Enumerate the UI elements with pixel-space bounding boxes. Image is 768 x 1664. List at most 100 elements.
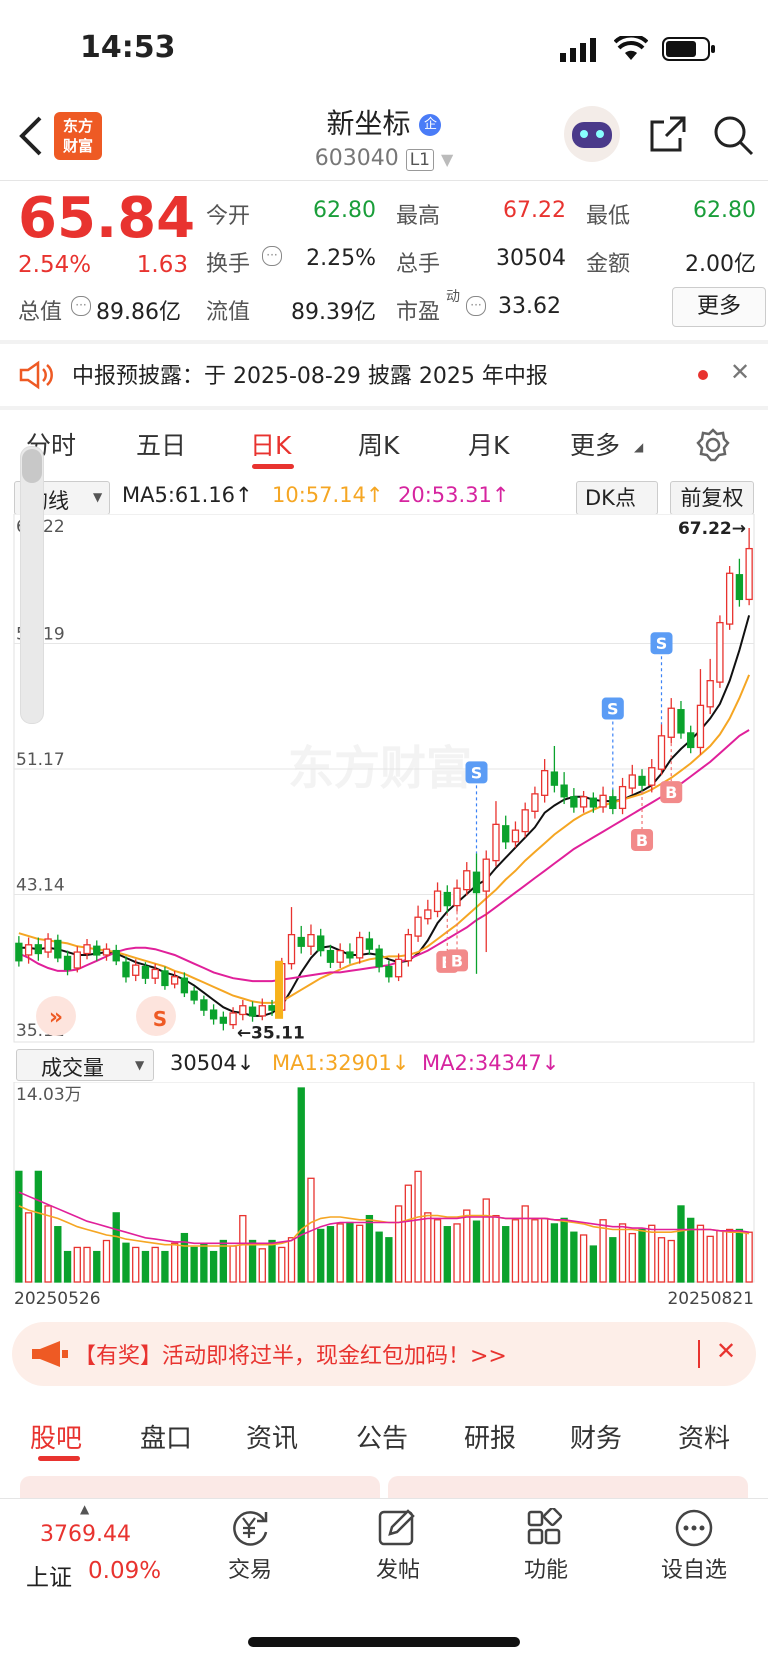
volume-bar bbox=[394, 1205, 403, 1283]
volume-bar bbox=[287, 1237, 296, 1283]
tab-announcement[interactable]: 公告 bbox=[356, 1418, 408, 1455]
s-icon: S bbox=[153, 1007, 167, 1031]
tab-guba[interactable]: 股吧 bbox=[30, 1418, 82, 1455]
search-icon[interactable] bbox=[712, 114, 756, 158]
function-button[interactable]: 功能 bbox=[516, 1506, 576, 1584]
volume-bar bbox=[112, 1212, 120, 1283]
tab-research[interactable]: 研报 bbox=[464, 1418, 516, 1455]
volume-bar bbox=[716, 1230, 724, 1283]
wifi-icon bbox=[614, 36, 648, 60]
more-button[interactable]: 更多 bbox=[672, 287, 766, 327]
trade-button[interactable]: 交易 bbox=[220, 1508, 280, 1584]
notice-bar[interactable]: 中报预披露：于 2025-08-29 披露 2025 年中报 ✕ bbox=[0, 344, 768, 404]
signal-label: B bbox=[665, 783, 677, 802]
range-scroll-handle[interactable] bbox=[20, 446, 44, 724]
volume-chart[interactable]: 14.03万 20250526 20250821 bbox=[0, 1082, 768, 1310]
index-change: 0.09% bbox=[88, 1558, 162, 1584]
tab-monthly-k[interactable]: 月K bbox=[468, 426, 509, 462]
tab-5day[interactable]: 五日 bbox=[136, 426, 186, 462]
share-icon[interactable] bbox=[648, 114, 688, 154]
candle-body bbox=[151, 968, 159, 979]
high-annotation: 67.22→ bbox=[678, 519, 746, 539]
assistant-robot-icon[interactable] bbox=[564, 106, 620, 162]
volume-bar bbox=[638, 1228, 646, 1283]
candle-body bbox=[706, 680, 714, 708]
volume-bar bbox=[687, 1217, 695, 1283]
volume-bar bbox=[44, 1205, 52, 1283]
volume-bar bbox=[579, 1234, 588, 1283]
volume-bar bbox=[706, 1235, 714, 1283]
candle-body bbox=[599, 794, 607, 808]
volume-bar bbox=[73, 1246, 81, 1283]
tab-pankou[interactable]: 盘口 bbox=[140, 1418, 192, 1455]
caret-down-icon: ▼ bbox=[93, 490, 103, 504]
candle-body bbox=[307, 933, 315, 947]
function-label: 功能 bbox=[523, 1558, 568, 1583]
close-icon[interactable]: ✕ bbox=[730, 358, 750, 386]
vol-ma1: MA1:32901↓ bbox=[272, 1051, 410, 1075]
volume-bar bbox=[570, 1231, 578, 1283]
candle-body bbox=[180, 977, 189, 994]
caret-up-icon[interactable]: ▲ bbox=[80, 1502, 89, 1516]
volume-bar bbox=[502, 1226, 510, 1283]
candle-body bbox=[287, 933, 296, 965]
active-tab-indicator bbox=[38, 1456, 80, 1461]
grid-apps-icon bbox=[527, 1506, 563, 1545]
tab-profile[interactable]: 资料 bbox=[678, 1418, 730, 1455]
candle-body bbox=[511, 829, 520, 843]
candle-body bbox=[355, 936, 364, 959]
candle-body bbox=[268, 1005, 276, 1011]
home-indicator bbox=[248, 1637, 520, 1647]
volume-bar bbox=[258, 1248, 266, 1283]
index-name: 上证 bbox=[26, 1565, 72, 1591]
info-icon[interactable]: ··· bbox=[466, 296, 486, 316]
watermark: 东方财富 bbox=[288, 741, 472, 795]
edit-icon bbox=[378, 1509, 415, 1546]
unread-dot bbox=[698, 370, 708, 380]
tab-finance[interactable]: 财务 bbox=[570, 1418, 622, 1455]
volume-bar bbox=[180, 1232, 189, 1283]
promo-banner[interactable]: 【有奖】活动即将过半，现金红包加码！>> ✕ bbox=[12, 1322, 756, 1386]
tab-daily-k[interactable]: 日K bbox=[250, 426, 291, 462]
add-watchlist-button[interactable]: 设自选 bbox=[654, 1508, 734, 1584]
volume-bar bbox=[365, 1214, 374, 1283]
adjust-button[interactable]: 前复权 bbox=[670, 481, 754, 515]
stock-code: 603040 bbox=[314, 146, 399, 171]
volume-label: 总手 bbox=[396, 252, 441, 277]
tab-weekly-k[interactable]: 周K bbox=[358, 426, 399, 462]
post-button[interactable]: 发帖 bbox=[368, 1508, 428, 1584]
indicator-select[interactable]: 成交量 ▼ bbox=[16, 1049, 154, 1081]
candle-body bbox=[317, 935, 325, 952]
stock-name: 新坐标 bbox=[326, 107, 411, 140]
info-icon[interactable]: ··· bbox=[71, 296, 91, 316]
volume-bar bbox=[628, 1232, 636, 1283]
volume-bar bbox=[463, 1209, 471, 1283]
candle-body bbox=[385, 965, 393, 978]
volume-bar bbox=[618, 1223, 627, 1283]
signal-label: S bbox=[471, 763, 483, 782]
volume-value: 30504 bbox=[496, 246, 566, 271]
candle-body bbox=[365, 938, 374, 950]
tab-news[interactable]: 资讯 bbox=[246, 1418, 298, 1455]
volume-bar bbox=[190, 1246, 198, 1283]
volume-now: 30504↓ bbox=[170, 1051, 255, 1075]
close-icon[interactable]: ✕ bbox=[716, 1337, 736, 1365]
candle-body bbox=[63, 955, 72, 971]
notice-text: 中报预披露：于 2025-08-29 披露 2025 年中报 bbox=[72, 364, 548, 389]
settings-gear-icon[interactable] bbox=[696, 428, 730, 462]
candle-body bbox=[745, 547, 753, 601]
kline-chart[interactable]: 东方财富67.2259.1951.1743.1435.11SBBSBSB67.2… bbox=[0, 514, 768, 1044]
pe-label: 市盈 bbox=[396, 300, 441, 325]
volume-bar bbox=[297, 1087, 305, 1283]
volume-bar bbox=[336, 1223, 344, 1283]
candle-body bbox=[336, 949, 344, 963]
volume-bar bbox=[268, 1239, 276, 1283]
volume-bar bbox=[657, 1237, 666, 1283]
dk-point-button[interactable]: DK点 bbox=[576, 481, 658, 515]
candle-body bbox=[735, 574, 744, 601]
index-value[interactable]: 3769.44 bbox=[40, 1522, 131, 1547]
candle-body bbox=[44, 938, 52, 953]
volume-bar bbox=[482, 1198, 490, 1283]
pe-value: 33.62 bbox=[498, 294, 561, 319]
tab-more[interactable]: 更多 bbox=[570, 426, 620, 462]
